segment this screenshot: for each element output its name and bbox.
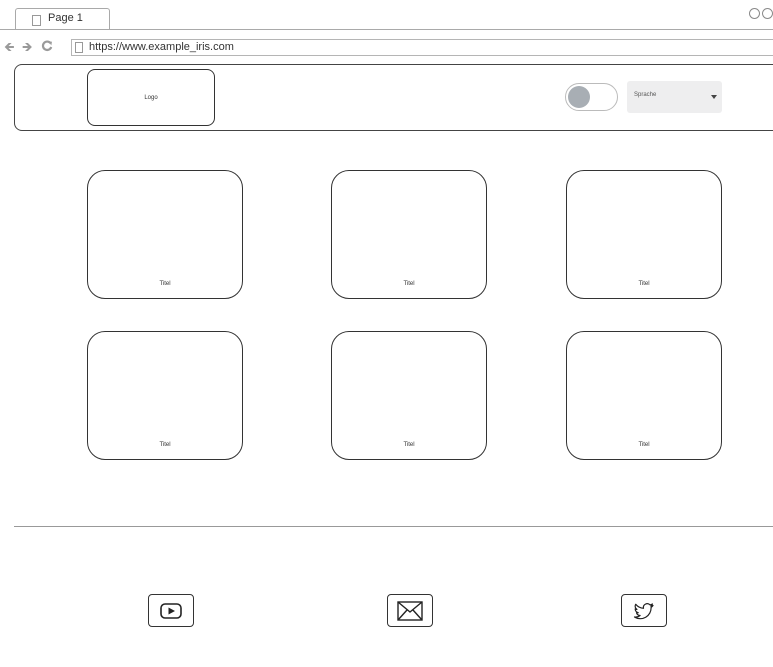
card[interactable]: Titel	[566, 331, 722, 460]
mail-icon	[397, 600, 423, 621]
card-title: Titel	[638, 281, 650, 287]
card-title: Titel	[403, 442, 415, 448]
window-circle-icon[interactable]	[762, 8, 773, 19]
youtube-play-icon	[160, 602, 182, 619]
window-controls	[749, 8, 773, 19]
language-select-value: Sprache	[634, 92, 657, 98]
forward-arrow-icon[interactable]: 🡺	[22, 39, 33, 55]
reload-icon[interactable]	[41, 40, 53, 56]
tab-divider	[0, 29, 773, 30]
twitter-bird-icon	[633, 602, 654, 619]
page-icon	[75, 42, 83, 53]
logo-label: Logo	[144, 94, 158, 101]
window-circle-icon[interactable]	[749, 8, 760, 19]
logo[interactable]: Logo	[87, 69, 215, 126]
browser-tab-strip: Page 1	[0, 0, 773, 30]
theme-toggle[interactable]	[565, 83, 618, 111]
toggle-knob	[568, 86, 590, 108]
card[interactable]: Titel	[331, 331, 487, 460]
browser-tab[interactable]: Page 1	[15, 8, 110, 30]
footer-divider	[14, 526, 773, 527]
card-title: Titel	[159, 281, 171, 287]
url-text: https://www.example_iris.com	[89, 41, 234, 53]
mail-button[interactable]	[387, 594, 433, 627]
card[interactable]: Titel	[331, 170, 487, 299]
language-select[interactable]: Sprache	[627, 81, 722, 113]
card-title: Titel	[159, 442, 171, 448]
card-title: Titel	[638, 442, 650, 448]
tab-label: Page 1	[48, 12, 83, 24]
youtube-button[interactable]	[148, 594, 194, 627]
page-icon	[32, 15, 41, 26]
address-bar[interactable]: https://www.example_iris.com	[71, 39, 773, 56]
twitter-button[interactable]	[621, 594, 667, 627]
browser-nav-bar: 🡸 🡺 https://www.example_iris.com	[0, 38, 773, 58]
card-title: Titel	[403, 281, 415, 287]
back-arrow-icon[interactable]: 🡸	[4, 39, 15, 55]
card[interactable]: Titel	[87, 331, 243, 460]
chevron-down-icon	[711, 95, 717, 99]
card[interactable]: Titel	[566, 170, 722, 299]
card[interactable]: Titel	[87, 170, 243, 299]
